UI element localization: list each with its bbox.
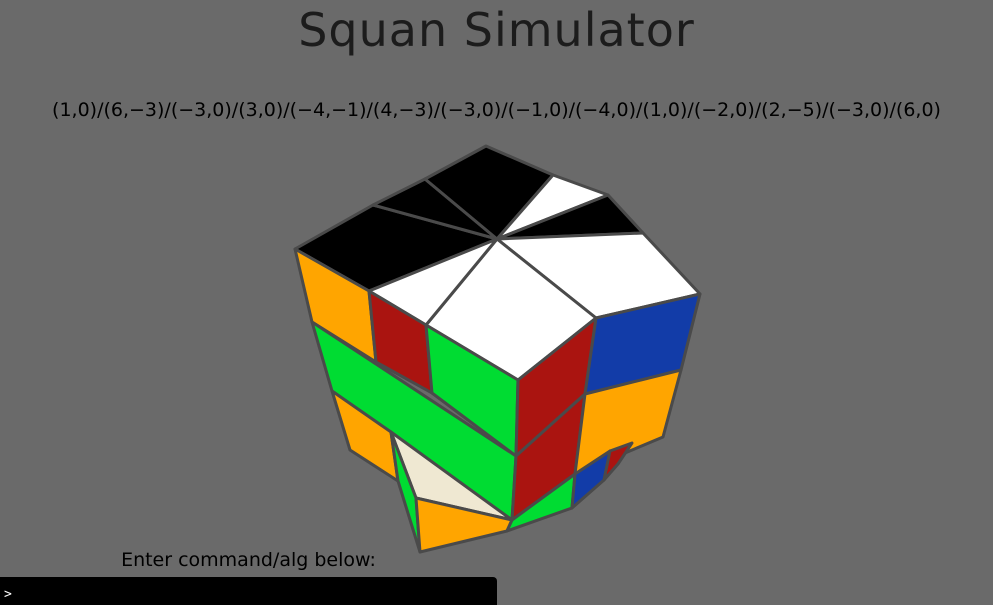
command-console[interactable]: > [0, 577, 497, 605]
command-input[interactable] [16, 583, 486, 601]
console-prompt-symbol: > [4, 587, 12, 602]
command-prompt-label: Enter command/alg below: [121, 549, 376, 571]
app-window: Squan Simulator (1,0)/(6,−3)/(−3,0)/(3,0… [0, 0, 993, 605]
square-one-puzzle-view[interactable] [0, 0, 993, 605]
